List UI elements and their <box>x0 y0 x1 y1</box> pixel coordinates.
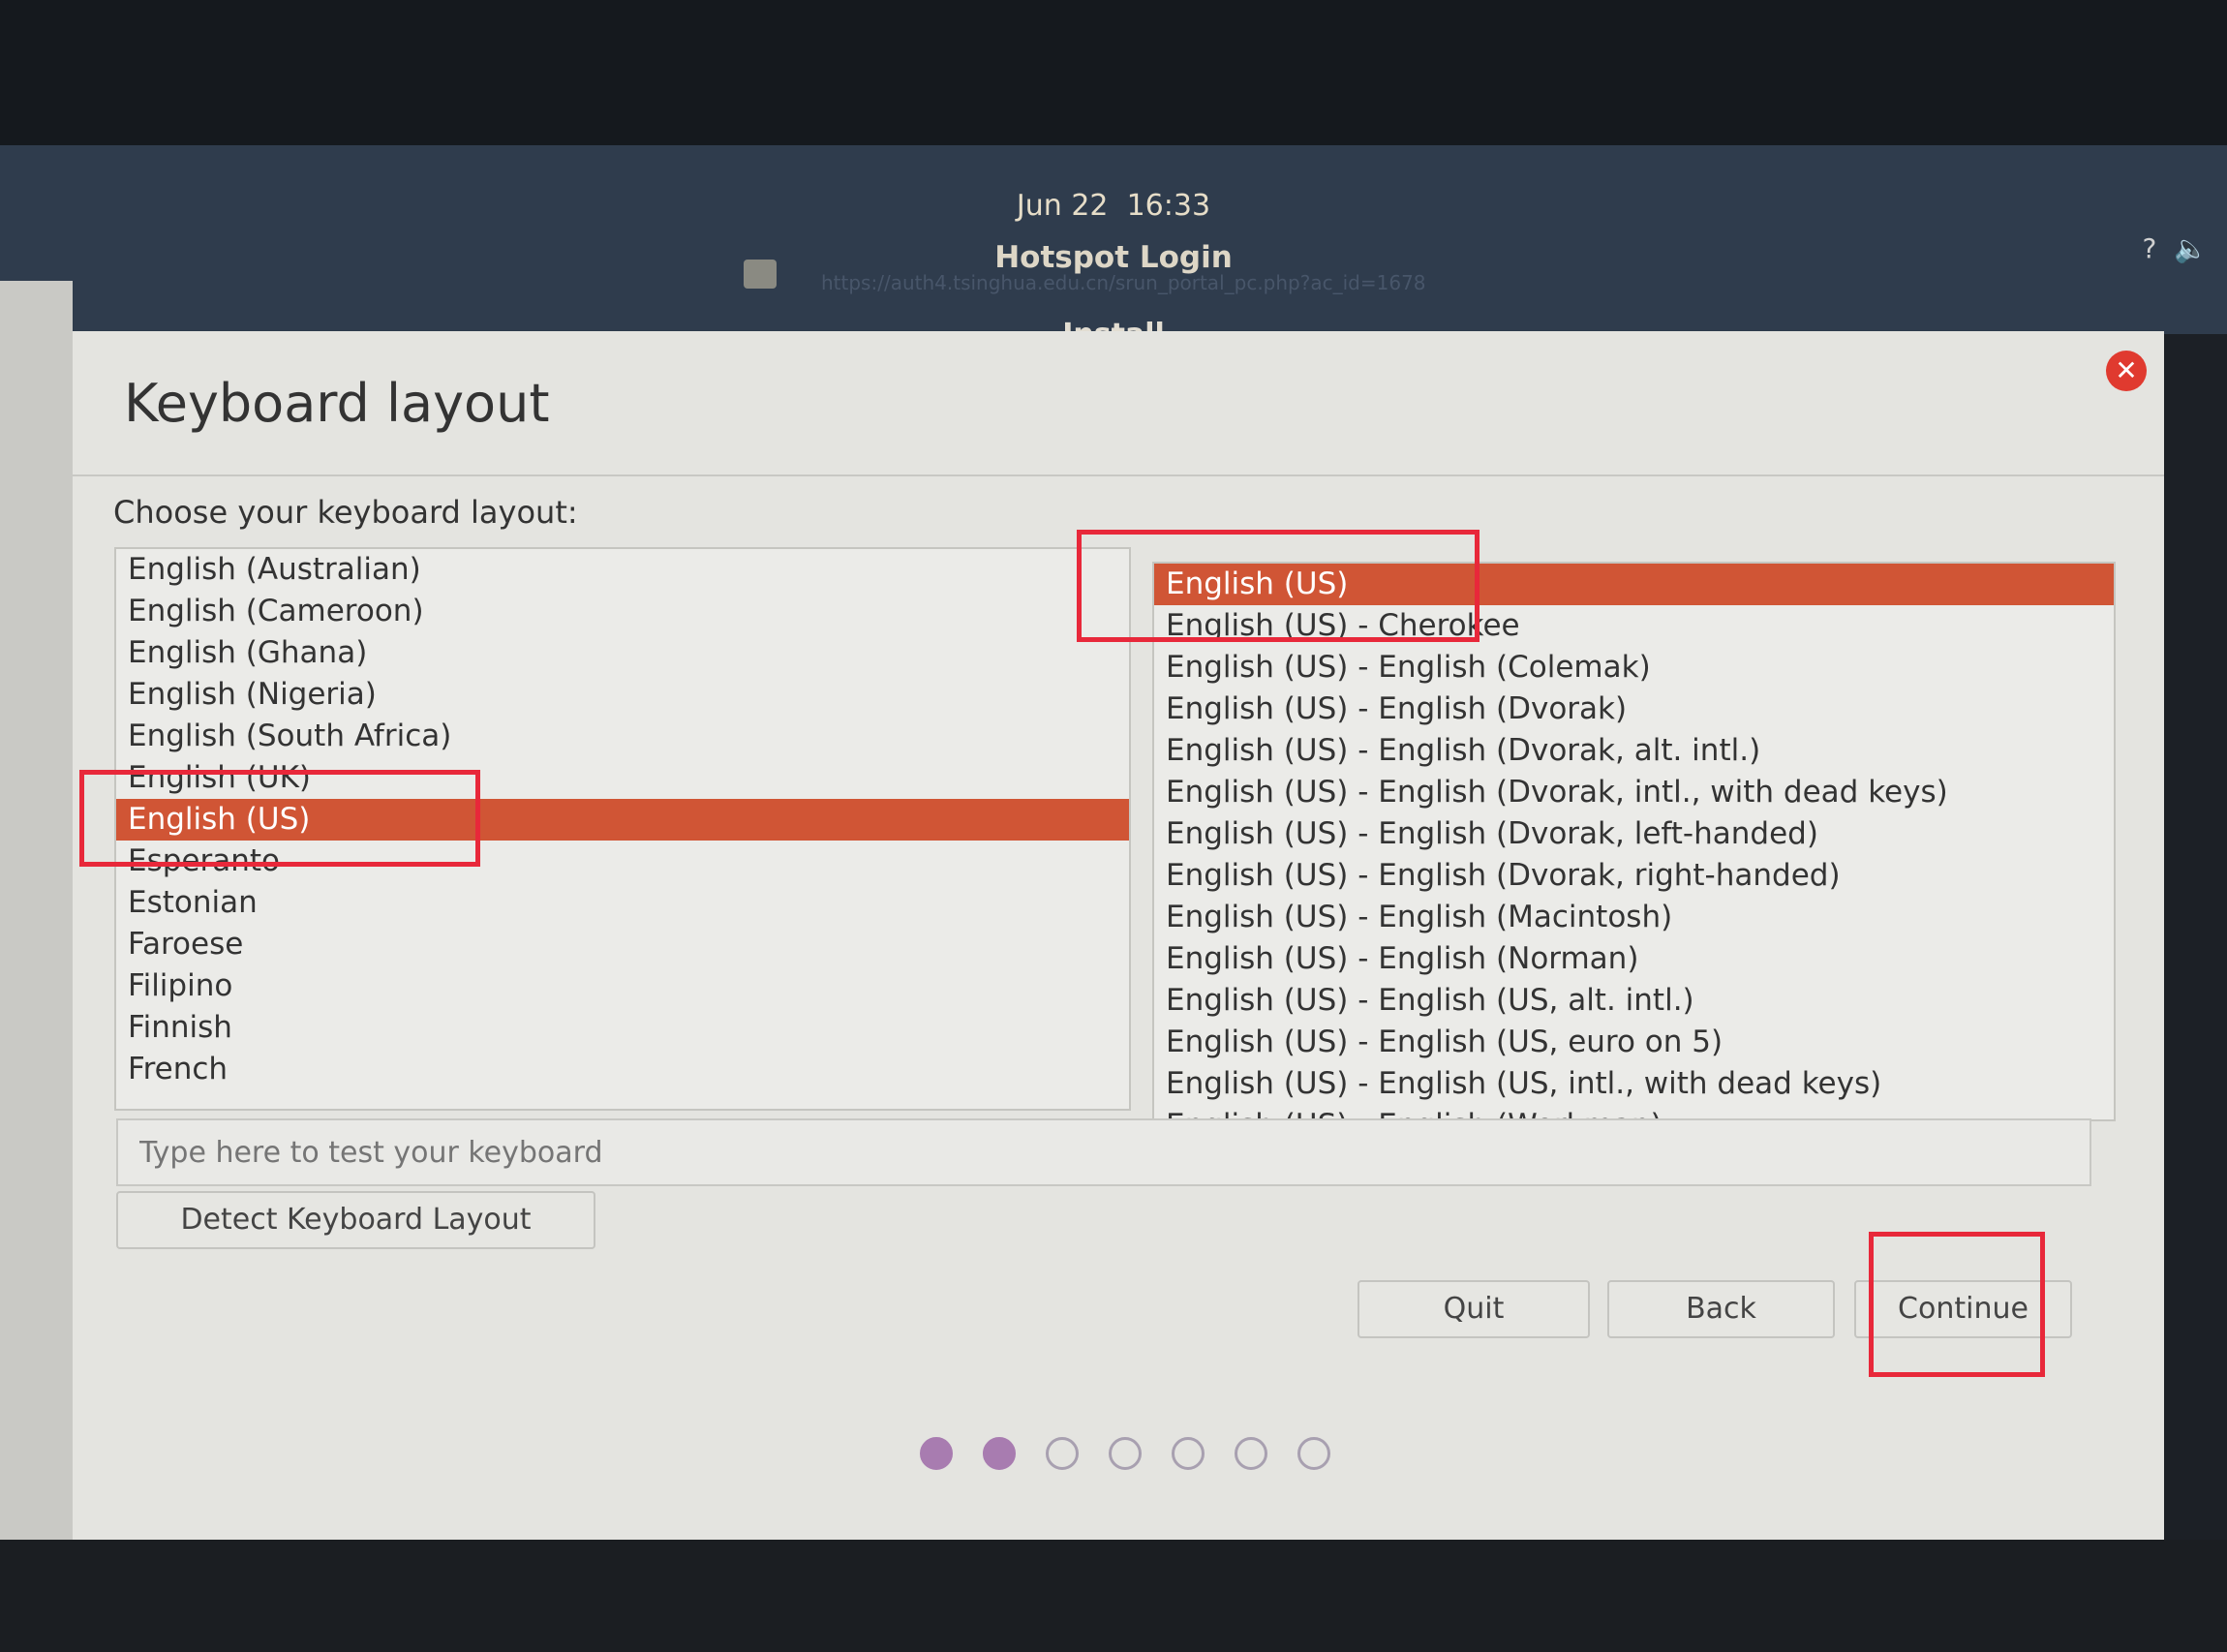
clock[interactable]: Jun 22 16:33 <box>0 189 2227 223</box>
quit-button[interactable]: Quit <box>1358 1280 1590 1338</box>
progress-dot <box>1109 1437 1142 1470</box>
list-item[interactable]: Filipino <box>116 965 1129 1007</box>
progress-dot <box>983 1437 1016 1470</box>
list-item[interactable]: English (US) - English (Dvorak, intl., w… <box>1154 772 2114 813</box>
progress-dot <box>1297 1437 1330 1470</box>
hotspot-url[interactable]: https://auth4.tsinghua.edu.cn/srun_porta… <box>821 271 1426 294</box>
list-item[interactable]: French <box>116 1049 1129 1090</box>
system-tray: ? 🔈 <box>2142 232 2208 264</box>
list-item[interactable]: English (Cameroon) <box>116 591 1129 632</box>
progress-dot <box>1172 1437 1205 1470</box>
close-icon[interactable]: ✕ <box>2106 351 2147 391</box>
list-item[interactable]: Estonian <box>116 882 1129 924</box>
background <box>0 281 73 1540</box>
list-item[interactable]: English (US) - English (Dvorak, left-han… <box>1154 813 2114 855</box>
annotation-box <box>79 770 480 867</box>
variant-list[interactable]: English (US) English (US) - Cherokee Engli… <box>1152 562 2116 1121</box>
bottom-dark-area <box>0 1540 2227 1652</box>
keyboard-test-input[interactable] <box>116 1118 2091 1186</box>
list-item[interactable]: English (Australian) <box>116 549 1129 591</box>
progress-dot <box>920 1437 953 1470</box>
progress-dot <box>1046 1437 1079 1470</box>
help-icon[interactable]: ? <box>2142 232 2156 264</box>
page-title: Keyboard layout <box>124 373 550 434</box>
annotation-box <box>1869 1232 2045 1377</box>
list-item[interactable]: English (US) - English (US, intl., with … <box>1154 1063 2114 1105</box>
list-item[interactable]: English (South Africa) <box>116 716 1129 757</box>
hotspot-title: Hotspot Login <box>994 240 1233 275</box>
list-item[interactable]: English (US) - English (Colemak) <box>1154 647 2114 688</box>
list-item[interactable]: English (Nigeria) <box>116 674 1129 716</box>
list-item[interactable]: English (US) - English (Macintosh) <box>1154 897 2114 938</box>
time: 16:33 <box>1126 189 1211 223</box>
progress-dot <box>1235 1437 1267 1470</box>
list-item[interactable]: English (US) - English (Dvorak, right-ha… <box>1154 855 2114 897</box>
list-item[interactable]: English (US) - English (US, alt. intl.) <box>1154 980 2114 1022</box>
date: Jun 22 <box>1016 189 1109 223</box>
list-item[interactable]: English (US) - English (Dvorak) <box>1154 688 2114 730</box>
top-dark-area <box>0 0 2227 145</box>
list-item[interactable]: English (US) - English (US, euro on 5) <box>1154 1022 2114 1063</box>
list-item[interactable]: English (US) - English (Dvorak, alt. int… <box>1154 730 2114 772</box>
back-button[interactable]: Back <box>1607 1280 1835 1338</box>
list-item[interactable]: Finnish <box>116 1007 1129 1049</box>
list-item[interactable]: English (Ghana) <box>116 632 1129 674</box>
detect-layout-button[interactable]: Detect Keyboard Layout <box>116 1191 595 1249</box>
lock-icon <box>744 260 777 289</box>
layout-prompt: Choose your keyboard layout: <box>113 494 578 531</box>
list-item[interactable]: Faroese <box>116 924 1129 965</box>
volume-icon[interactable]: 🔈 <box>2174 232 2208 264</box>
divider <box>73 474 2164 476</box>
annotation-box <box>1077 530 1480 642</box>
list-item[interactable]: English (US) - English (Norman) <box>1154 938 2114 980</box>
